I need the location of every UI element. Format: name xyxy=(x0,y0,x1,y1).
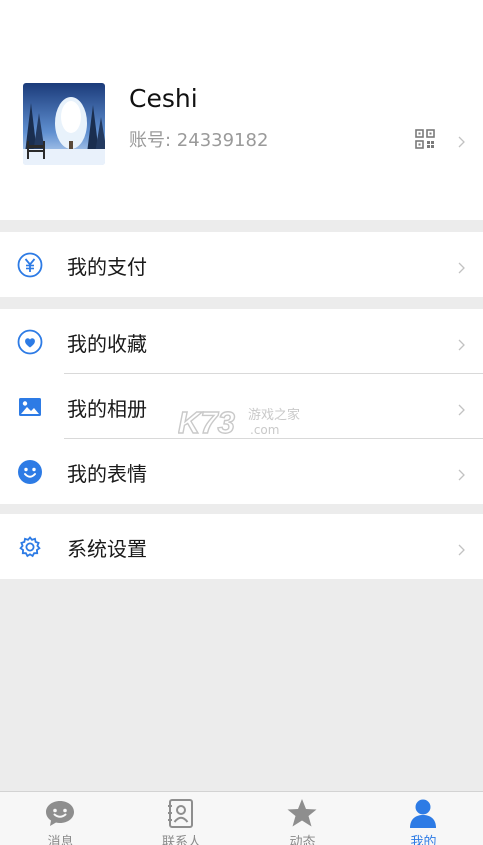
qr-code-icon[interactable] xyxy=(415,129,435,149)
smiley-icon xyxy=(17,459,43,485)
chevron-right-icon xyxy=(458,336,465,351)
star-icon xyxy=(286,798,318,828)
account-number: 账号: 24339182 xyxy=(129,130,269,151)
yen-icon xyxy=(17,252,43,278)
menu-item-stickers[interactable]: 我的表情 xyxy=(0,439,483,504)
chevron-right-icon xyxy=(458,133,465,148)
menu-item-label: 系统设置 xyxy=(67,537,147,561)
profile-name: Ceshi xyxy=(129,84,198,113)
tab-label: 我的 xyxy=(410,835,437,845)
tab-label: 联系人 xyxy=(161,835,201,845)
menu-item-label: 我的支付 xyxy=(67,255,147,279)
tab-me[interactable]: 我的 xyxy=(363,792,483,845)
chevron-right-icon xyxy=(458,401,465,416)
chat-bubble-icon xyxy=(44,798,76,828)
gear-icon xyxy=(17,534,43,560)
tab-contacts[interactable]: 联系人 xyxy=(121,792,242,845)
tab-label: 消息 xyxy=(47,835,74,845)
menu-item-favorites[interactable]: 我的收藏 xyxy=(0,309,483,374)
photo-icon xyxy=(17,394,43,420)
tab-bar: 消息 联系人 动态 我的 xyxy=(0,791,483,845)
contacts-icon xyxy=(165,798,197,828)
k73-watermark: K73 游戏之家 .com xyxy=(177,402,308,442)
chevron-right-icon xyxy=(458,259,465,274)
watermark-brand: K73 xyxy=(178,405,235,440)
heart-icon xyxy=(17,329,43,355)
avatar[interactable] xyxy=(23,83,105,165)
menu-item-label: 我的收藏 xyxy=(67,332,147,356)
tab-label: 动态 xyxy=(289,835,316,845)
tab-moments[interactable]: 动态 xyxy=(242,792,363,845)
tab-messages[interactable]: 消息 xyxy=(0,792,121,845)
menu-group-payment: 我的支付 xyxy=(0,232,483,297)
chevron-right-icon xyxy=(458,466,465,481)
menu-item-label: 我的相册 xyxy=(67,397,147,421)
watermark-domain: .com xyxy=(250,423,279,437)
profile-card[interactable]: Ceshi 账号: 24339182 xyxy=(0,0,483,220)
chevron-right-icon xyxy=(458,541,465,556)
watermark-text: 游戏之家 xyxy=(248,407,300,423)
menu-item-settings[interactable]: 系统设置 xyxy=(0,514,483,579)
menu-item-payment[interactable]: 我的支付 xyxy=(0,232,483,297)
menu-item-label: 我的表情 xyxy=(67,462,147,486)
menu-group-settings: 系统设置 xyxy=(0,514,483,579)
person-icon xyxy=(407,798,439,828)
